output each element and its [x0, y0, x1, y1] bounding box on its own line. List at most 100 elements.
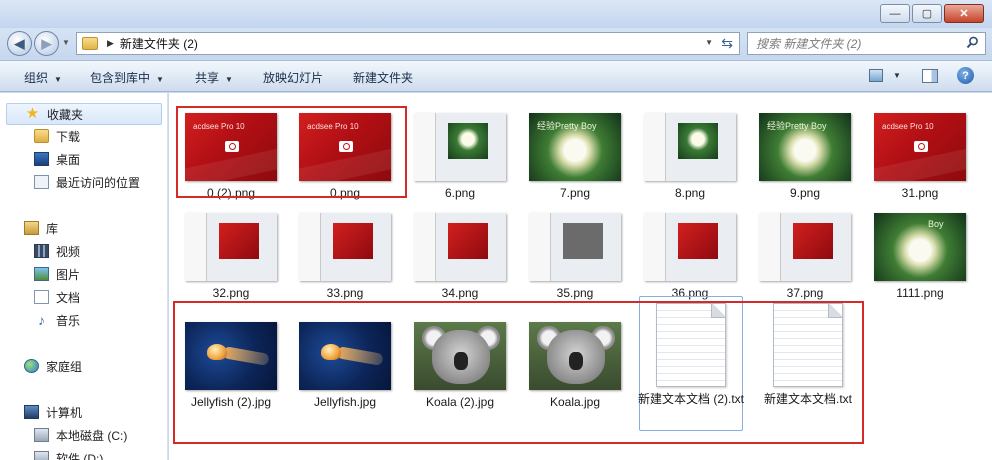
thumbnail-image: [219, 223, 259, 259]
forward-button[interactable]: ▶: [34, 31, 59, 56]
file-item[interactable]: 35.png: [521, 213, 629, 301]
minimize-icon: —: [889, 7, 901, 20]
file-item[interactable]: 37.png: [751, 213, 859, 301]
nav-documents[interactable]: 文档: [34, 286, 80, 308]
close-button[interactable]: ✕: [944, 4, 984, 23]
maximize-icon: ▢: [921, 8, 933, 20]
file-name: 37.png: [786, 286, 824, 300]
file-thumbnail: [644, 213, 736, 281]
thumbnail-brand-text: 经验Pretty Boy: [537, 121, 597, 131]
file-item[interactable]: Boy 1111.png: [866, 213, 974, 301]
search-input[interactable]: [756, 36, 956, 51]
title-bar: — ▢ ✕: [0, 0, 992, 28]
file-name: 35.png: [556, 286, 594, 300]
thumbnail-image: [678, 123, 718, 159]
file-item[interactable]: acdsee Pro 10 31.png: [866, 113, 974, 201]
nav-videos-label: 视频: [56, 244, 81, 259]
file-item[interactable]: 经验Pretty Boy 9.png: [751, 113, 859, 201]
file-item[interactable]: 33.png: [291, 213, 399, 301]
thumbnail-image: [448, 123, 488, 159]
window-controls: — ▢ ✕: [880, 4, 984, 23]
nav-videos[interactable]: 视频: [34, 240, 80, 262]
recent-places-icon: [34, 175, 49, 189]
nav-music-label: 音乐: [56, 313, 81, 328]
thumbnail-sidebar: [414, 113, 436, 181]
command-bar: 组织 ▼ 包含到库中 ▼ 共享 ▼ 放映幻灯片 新建文件夹 ▼ ?: [0, 60, 992, 92]
thumbnail-brand-text: 经验Pretty Boy: [767, 121, 827, 131]
nav-local-disk-c[interactable]: 本地磁盘 (C:): [34, 424, 127, 446]
nav-downloads[interactable]: 下载: [34, 125, 80, 147]
nav-desktop-label: 桌面: [56, 152, 81, 167]
nav-computer[interactable]: 计算机: [24, 401, 82, 423]
thumbnail-sidebar: [414, 213, 436, 281]
chevron-down-icon: ▼: [156, 75, 164, 84]
nav-favorites[interactable]: ★ 收藏夹: [6, 103, 162, 125]
new-folder-button[interactable]: 新建文件夹: [353, 69, 413, 86]
file-name: 8.png: [674, 186, 706, 200]
breadcrumb-current-folder[interactable]: 新建文件夹 (2): [120, 35, 198, 52]
file-thumbnail: Boy: [874, 213, 966, 281]
nav-pictures-label: 图片: [56, 267, 81, 282]
nav-recent-label: 最近访问的位置: [56, 175, 141, 190]
maximize-button[interactable]: ▢: [912, 4, 942, 23]
preview-pane-icon[interactable]: [922, 69, 938, 83]
slideshow-button[interactable]: 放映幻灯片: [263, 69, 323, 86]
minimize-button[interactable]: —: [880, 4, 910, 23]
close-icon: ✕: [959, 8, 969, 20]
thumbnail-sidebar: [185, 213, 207, 281]
back-arrow-icon: ◀: [14, 35, 25, 51]
nav-documents-label: 文档: [56, 290, 81, 305]
file-item[interactable]: 8.png: [636, 113, 744, 201]
refresh-icon[interactable]: ⇆: [721, 35, 733, 52]
star-icon: ★: [25, 105, 40, 122]
file-item[interactable]: 经验Pretty Boy 7.png: [521, 113, 629, 201]
music-icon: ♪: [38, 312, 45, 328]
thumbnail-sidebar: [529, 213, 551, 281]
new-folder-label: 新建文件夹: [353, 71, 414, 85]
file-thumbnail: [185, 213, 277, 281]
help-icon[interactable]: ?: [957, 67, 974, 84]
address-dropdown-icon[interactable]: ▼: [705, 38, 713, 47]
search-icon[interactable]: [966, 36, 979, 49]
nav-recent-places[interactable]: 最近访问的位置: [34, 171, 140, 193]
back-button[interactable]: ◀: [7, 31, 32, 56]
nav-homegroup-label: 家庭组: [46, 359, 83, 374]
folder-icon: [82, 37, 98, 50]
video-icon: [34, 244, 49, 258]
file-name: 34.png: [441, 286, 479, 300]
nav-favorites-label: 收藏夹: [47, 107, 84, 122]
thumbnail-image: [563, 223, 603, 259]
view-dropdown-icon[interactable]: ▼: [893, 71, 901, 80]
file-thumbnail: [644, 113, 736, 181]
nav-libraries[interactable]: 库: [24, 217, 58, 239]
thumbnail-image: [448, 223, 488, 259]
thumbnail-sidebar: [644, 113, 666, 181]
breadcrumb-chevron-icon[interactable]: ▶: [107, 38, 114, 49]
file-name: 33.png: [326, 286, 364, 300]
address-bar[interactable]: ▶ 新建文件夹 (2) ▼ ⇆: [76, 32, 740, 55]
nav-disk-d[interactable]: 软件 (D:): [34, 447, 103, 460]
include-in-library-label: 包含到库中: [90, 71, 151, 85]
file-thumbnail: 经验Pretty Boy: [759, 113, 851, 181]
nav-pictures[interactable]: 图片: [34, 263, 80, 285]
desktop-icon: [34, 152, 49, 166]
share-menu[interactable]: 共享 ▼: [195, 69, 233, 86]
organize-menu[interactable]: 组织 ▼: [24, 69, 62, 86]
search-box[interactable]: [747, 32, 986, 55]
file-item[interactable]: 36.png: [636, 213, 744, 301]
file-thumbnail: [299, 213, 391, 281]
history-dropdown-icon[interactable]: ▼: [62, 38, 70, 47]
share-label: 共享: [195, 71, 220, 85]
chevron-down-icon: ▼: [225, 75, 233, 84]
file-item[interactable]: 34.png: [406, 213, 514, 301]
file-name: 7.png: [559, 186, 591, 200]
change-view-icon[interactable]: [869, 69, 883, 82]
file-item[interactable]: 6.png: [406, 113, 514, 201]
include-in-library-menu[interactable]: 包含到库中 ▼: [90, 69, 164, 86]
nav-homegroup[interactable]: 家庭组: [24, 355, 82, 377]
file-item[interactable]: 32.png: [177, 213, 285, 301]
nav-music[interactable]: ♪ 音乐: [34, 309, 80, 331]
homegroup-icon: [24, 359, 39, 373]
thumbnail-sidebar: [759, 213, 781, 281]
nav-desktop[interactable]: 桌面: [34, 148, 80, 170]
